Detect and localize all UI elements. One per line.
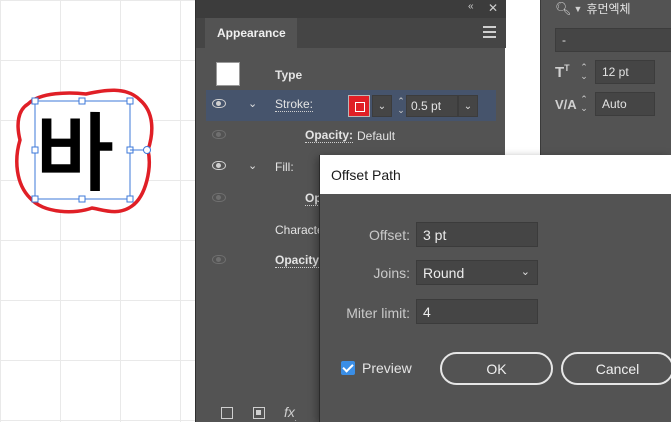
font-name[interactable]: 휴먼엑체 <box>586 0 630 17</box>
stroke-label[interactable]: Stroke: <box>275 98 314 112</box>
font-search-row: 🔍︎ ▼ 휴먼엑체 <box>555 0 631 17</box>
selection-handle[interactable] <box>78 97 86 105</box>
text-anchor-handle[interactable] <box>143 146 151 154</box>
joins-value: Round <box>423 264 465 281</box>
stroke-row[interactable]: ⌄ Stroke: ⌄ ⌃ ⌄ 0.5 pt ⌄ <box>206 90 496 121</box>
stroke-opacity-value: Default <box>357 129 396 143</box>
selection-handle[interactable] <box>126 97 134 105</box>
stroke-weight-value: 0.5 pt <box>411 99 442 113</box>
fill-label[interactable]: Fill: <box>275 160 294 174</box>
cancel-button[interactable]: Cancel <box>561 352 671 385</box>
stroke-color-dropdown[interactable]: ⌄ <box>372 95 392 117</box>
selection-handle[interactable] <box>31 195 39 203</box>
add-new-stroke-icon[interactable] <box>221 407 233 419</box>
add-effect-icon[interactable]: fx. <box>284 404 297 422</box>
joins-label: Joins: <box>373 265 410 281</box>
visibility-eye-icon[interactable] <box>212 161 226 170</box>
chevron-down-icon[interactable]: ⌄ <box>248 97 257 110</box>
offset-label: Offset: <box>369 227 410 243</box>
stroke-opacity-row[interactable]: Opacity: Default <box>206 121 496 152</box>
artwork[interactable]: 바 <box>0 0 196 422</box>
selection-handle[interactable] <box>31 97 39 105</box>
miter-limit-input[interactable]: 4 <box>416 299 538 324</box>
opacity-label[interactable]: Opacity: <box>275 254 324 268</box>
font-size-value: 12 pt <box>602 65 629 79</box>
tab-appearance[interactable]: Appearance <box>205 18 297 48</box>
font-size-stepper[interactable]: ⌃ ⌄ <box>577 60 591 84</box>
font-size-icon: TT <box>555 63 570 81</box>
selection-handle[interactable] <box>31 146 39 154</box>
dialog-title: Offset Path <box>331 166 401 183</box>
offset-input[interactable]: 3 pt <box>416 222 538 247</box>
glyph-text: 바 <box>36 105 113 203</box>
ok-button-label: OK <box>486 360 507 377</box>
visibility-eye-icon[interactable] <box>212 130 226 139</box>
ok-button[interactable]: OK <box>440 352 553 385</box>
visibility-eye-icon[interactable] <box>212 255 226 264</box>
selection-handle[interactable] <box>126 195 134 203</box>
font-style-value: - <box>562 33 566 47</box>
offset-value: 3 pt <box>423 226 447 243</box>
miter-limit-label: Miter limit: <box>346 305 410 321</box>
chevron-down-icon[interactable]: ⌄ <box>248 159 257 172</box>
panel-titlebar[interactable]: « ✕ <box>196 0 506 18</box>
collapse-icon[interactable]: « <box>468 1 474 12</box>
artboard-canvas[interactable]: 바 <box>0 0 196 422</box>
visibility-eye-icon[interactable] <box>212 193 226 202</box>
panel-menu-icon[interactable] <box>483 26 496 41</box>
dialog-titlebar[interactable]: Offset Path <box>320 155 671 194</box>
chevron-down-icon[interactable]: ▼ <box>574 4 583 14</box>
visibility-eye-icon[interactable] <box>212 99 226 108</box>
tracking-field[interactable]: Auto <box>595 92 655 116</box>
font-style-field[interactable]: - <box>555 28 671 52</box>
search-icon[interactable]: 🔍︎ <box>555 1 572 17</box>
panel-tab-strip: Appearance <box>196 18 506 48</box>
stroke-weight-field[interactable]: 0.5 pt <box>406 95 458 117</box>
chevron-down-icon: ⌄ <box>520 266 530 278</box>
tracking-value: Auto <box>602 97 627 111</box>
stroke-weight-dropdown[interactable]: ⌄ <box>458 95 478 117</box>
cancel-button-label: Cancel <box>595 360 640 377</box>
preview-label[interactable]: Preview <box>362 360 412 376</box>
selection-handle[interactable] <box>78 195 86 203</box>
font-size-field[interactable]: 12 pt <box>595 60 655 84</box>
offset-path-dialog: Offset Path Offset: 3 pt Joins: Round ⌄ … <box>319 155 671 422</box>
preview-checkbox[interactable] <box>341 361 355 375</box>
type-header-label: Type <box>275 68 303 82</box>
stroke-opacity-label[interactable]: Opacity: <box>305 129 354 143</box>
stroke-color-swatch[interactable] <box>348 95 370 117</box>
joins-select[interactable]: Round ⌄ <box>416 260 538 285</box>
characters-label[interactable]: Characte <box>275 223 324 237</box>
tab-appearance-label: Appearance <box>217 26 286 40</box>
tracking-stepper[interactable]: ⌃ ⌄ <box>577 92 591 116</box>
type-thumbnail <box>216 62 240 86</box>
close-icon[interactable]: ✕ <box>488 1 498 15</box>
add-new-fill-icon[interactable] <box>253 407 265 419</box>
miter-limit-value: 4 <box>423 303 431 320</box>
character-panel: 🔍︎ ▼ 휴먼엑체 - TT ⌃ ⌄ 12 pt V/A ⌃ ⌄ Auto <box>540 0 671 160</box>
tracking-icon: V/A <box>555 96 577 112</box>
